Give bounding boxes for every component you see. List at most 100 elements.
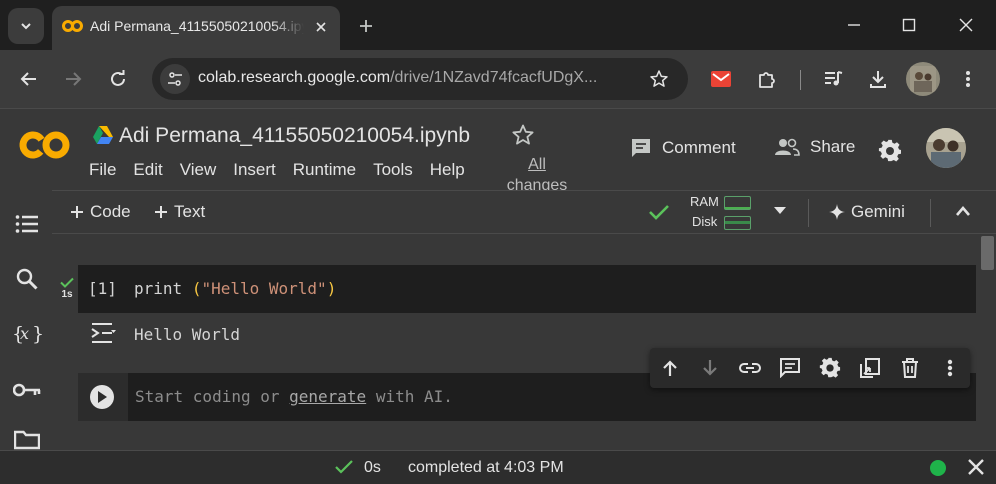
- comment-icon: [780, 358, 800, 378]
- gmail-icon: [711, 71, 731, 87]
- code-editor[interactable]: print ("Hello World"): [134, 279, 336, 298]
- caret-down-icon: [774, 207, 786, 214]
- avatar-photo-icon: [926, 128, 966, 168]
- user-avatar[interactable]: [926, 128, 966, 168]
- tab-search-button[interactable]: [8, 8, 44, 44]
- toc-icon: [15, 215, 38, 233]
- move-cell-up-button[interactable]: [656, 354, 684, 382]
- code-token-paren: ): [326, 279, 337, 298]
- profile-avatar[interactable]: [906, 62, 940, 96]
- notebook-toolbar: Code Text RAM Disk Gemini: [52, 190, 996, 234]
- gemini-button[interactable]: Gemini: [829, 202, 905, 222]
- share-button[interactable]: Share: [774, 137, 855, 157]
- search-button[interactable]: [10, 262, 44, 296]
- generate-link[interactable]: generate: [289, 387, 366, 406]
- menu-view[interactable]: View: [180, 160, 217, 180]
- google-drive-icon[interactable]: [92, 125, 114, 145]
- star-outline-icon: [512, 124, 534, 145]
- menu-runtime[interactable]: Runtime: [293, 160, 356, 180]
- star-notebook-button[interactable]: [511, 123, 535, 147]
- gemini-label: Gemini: [851, 202, 905, 221]
- search-icon: [16, 268, 38, 290]
- colab-logo[interactable]: [18, 125, 72, 165]
- menu-help[interactable]: Help: [430, 160, 465, 180]
- close-status-button[interactable]: [966, 457, 986, 477]
- notebook-title[interactable]: Adi Permana_41155050210054.ipynb: [119, 124, 470, 148]
- comment-button[interactable]: Comment: [630, 137, 736, 159]
- move-cell-down-button[interactable]: [696, 354, 724, 382]
- extensions-button[interactable]: [750, 62, 784, 96]
- back-button[interactable]: [12, 62, 46, 96]
- vertical-scrollbar[interactable]: [981, 236, 994, 270]
- variables-icon: {x}: [12, 323, 42, 345]
- arrow-down-icon: [703, 360, 717, 376]
- avatar-photo-icon: [910, 66, 936, 92]
- url-host: colab.research.google.com: [198, 69, 391, 86]
- delete-cell-button[interactable]: [896, 354, 924, 382]
- resource-monitor[interactable]: RAM Disk: [688, 193, 754, 233]
- files-button[interactable]: [10, 428, 44, 450]
- status-bar: 0s completed at 4:03 PM: [0, 450, 996, 484]
- add-code-cell-button[interactable]: Code: [70, 202, 131, 222]
- settings-button[interactable]: [878, 139, 902, 163]
- tune-icon: [168, 72, 182, 86]
- browser-tab-active[interactable]: Adi Permana_41155050210054.ipynb - Colab: [52, 6, 340, 50]
- tab-close-button[interactable]: [310, 16, 332, 38]
- mirror-cell-button[interactable]: [856, 354, 884, 382]
- execution-duration: 0s: [364, 459, 381, 476]
- more-cell-actions-button[interactable]: [936, 354, 964, 382]
- menu-file[interactable]: File: [89, 160, 116, 180]
- menu-insert[interactable]: Insert: [233, 160, 276, 180]
- cell-settings-button[interactable]: [816, 354, 844, 382]
- downloads-button[interactable]: [861, 62, 895, 96]
- reload-button[interactable]: [101, 62, 135, 96]
- secrets-button[interactable]: [10, 373, 44, 407]
- share-label: Share: [810, 137, 856, 156]
- output-icon: [91, 323, 116, 343]
- all-changes-saved-link[interactable]: All changes saved: [503, 154, 571, 191]
- runtime-dropdown-button[interactable]: [772, 205, 788, 217]
- add-comment-button[interactable]: [776, 354, 804, 382]
- colab-icon: [62, 18, 84, 34]
- plus-icon: [360, 20, 372, 32]
- plus-icon: [155, 206, 167, 218]
- forward-button[interactable]: [56, 62, 90, 96]
- browser-tab-strip: Adi Permana_41155050210054.ipynb - Colab: [0, 0, 996, 50]
- collapse-header-button[interactable]: [955, 205, 971, 217]
- chevron-down-icon: [21, 23, 31, 30]
- close-window-button[interactable]: [948, 10, 984, 40]
- address-bar[interactable]: colab.research.google.com/drive/1NZavd74…: [152, 58, 688, 100]
- table-of-contents-button[interactable]: [10, 207, 44, 241]
- link-to-cell-button[interactable]: [736, 354, 764, 382]
- code-cell[interactable]: [1] print ("Hello World"): [78, 265, 976, 313]
- add-code-label: Code: [90, 202, 131, 221]
- bookmark-button[interactable]: [644, 64, 674, 94]
- chrome-menu-button[interactable]: [951, 62, 985, 96]
- media-controls-button[interactable]: [816, 62, 850, 96]
- minimize-button[interactable]: [836, 10, 872, 40]
- menu-tools[interactable]: Tools: [373, 160, 413, 180]
- run-gutter: [78, 373, 128, 421]
- output-actions-button[interactable]: [90, 321, 118, 345]
- more-vert-icon: [966, 71, 970, 87]
- puzzle-icon: [759, 72, 775, 88]
- execution-count: [1]: [88, 279, 117, 298]
- maximize-button[interactable]: [891, 10, 927, 40]
- menu-edit[interactable]: Edit: [133, 160, 162, 180]
- svg-text:}: }: [32, 323, 42, 345]
- notebook-content: 1s [1] print ("Hello World") Hello World…: [52, 235, 996, 450]
- new-tab-button[interactable]: [352, 12, 380, 40]
- disk-label: Disk: [692, 214, 718, 229]
- run-cell-button[interactable]: [90, 385, 114, 409]
- variables-button[interactable]: {x}: [10, 317, 44, 351]
- reload-icon: [111, 70, 125, 86]
- execution-completed-text[interactable]: completed at 4:03 PM: [408, 459, 564, 477]
- minimize-icon: [848, 24, 860, 26]
- chevron-up-icon: [956, 206, 970, 216]
- code-token-string: "Hello World": [201, 279, 327, 298]
- site-info-button[interactable]: [160, 64, 190, 94]
- code-placeholder[interactable]: Start coding or generate with AI.: [135, 387, 453, 406]
- gmail-extension-button[interactable]: [704, 62, 738, 96]
- add-text-cell-button[interactable]: Text: [154, 202, 205, 222]
- people-icon: [775, 138, 800, 156]
